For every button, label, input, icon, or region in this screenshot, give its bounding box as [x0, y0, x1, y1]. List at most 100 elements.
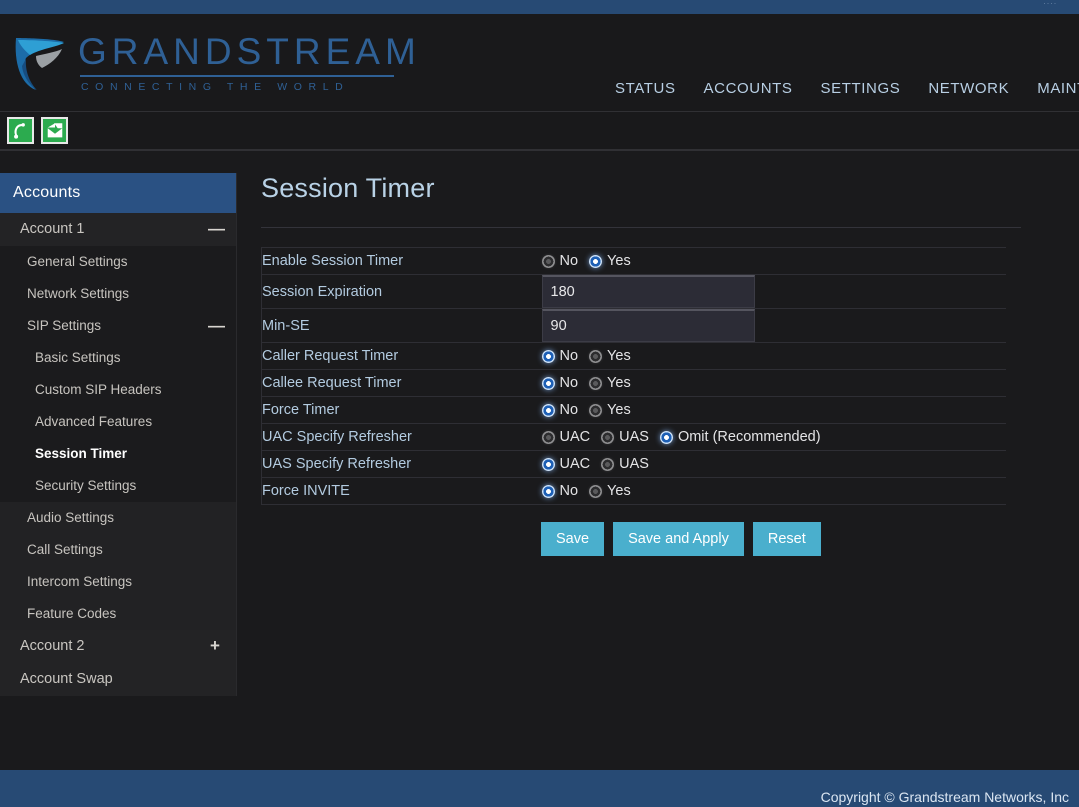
radio-option-yes[interactable]: Yes — [589, 348, 631, 364]
top-navigation: STATUS ACCOUNTS SETTINGS NETWORK MAINT — [615, 80, 1079, 97]
form-label: Caller Request Timer — [261, 342, 542, 370]
radio-label: UAS — [619, 456, 649, 472]
sidebar-item-feature-codes[interactable]: Feature Codes — [0, 598, 236, 630]
sidebar-item-custom-sip-headers[interactable]: Custom SIP Headers — [0, 374, 236, 406]
sidebar-item-account-swap[interactable]: Account Swap — [0, 663, 236, 696]
expand-plus-icon[interactable]: + — [208, 637, 222, 654]
form-control: UAC UAS — [541, 450, 1007, 478]
radio-group-force-invite: No Yes — [541, 478, 1007, 504]
sidebar-item-label: Network Settings — [27, 286, 130, 301]
nav-item-network[interactable]: NETWORK — [914, 80, 1023, 97]
radio-dot-icon[interactable] — [541, 430, 555, 444]
radio-label: No — [559, 483, 579, 499]
collapse-minus-icon[interactable]: — — [208, 220, 225, 237]
radio-dot-selected-icon[interactable] — [541, 376, 555, 390]
radio-group-force-timer: No Yes — [541, 397, 1007, 423]
radio-label: Yes — [607, 402, 631, 418]
radio-dot-icon[interactable] — [589, 376, 603, 390]
radio-option-yes[interactable]: Yes — [589, 375, 631, 391]
top-strip-ghost-text: ···· — [1043, 0, 1057, 8]
radio-dot-icon[interactable] — [589, 484, 603, 498]
radio-dot-selected-icon[interactable] — [541, 403, 555, 417]
brand-rule — [80, 74, 394, 77]
sidebar-item-label: Account 2 — [20, 638, 85, 654]
radio-dot-selected-icon[interactable] — [541, 349, 555, 363]
form-control: No Yes — [541, 396, 1007, 424]
session-expiration-input[interactable] — [541, 275, 755, 308]
radio-option-uas[interactable]: UAS — [601, 429, 649, 445]
min-se-input[interactable] — [541, 309, 755, 342]
sidebar-item-sip-settings[interactable]: SIP Settings — — [0, 310, 236, 342]
nav-item-accounts[interactable]: ACCOUNTS — [690, 80, 807, 97]
sidebar-header: Accounts — [0, 173, 236, 213]
page-title: Session Timer — [261, 173, 435, 203]
radio-dot-selected-icon[interactable] — [659, 430, 673, 444]
sidebar-item-label: General Settings — [27, 254, 128, 269]
brand-logo[interactable]: GRANDSTREAM CONNECTING THE WORLD — [12, 32, 421, 94]
radio-group-uas-specify-refresher: UAC UAS — [541, 451, 1007, 477]
radio-option-uas[interactable]: UAS — [601, 456, 649, 472]
grandstream-swoosh-logo-icon — [12, 32, 68, 94]
radio-option-no[interactable]: No — [541, 348, 578, 364]
form-control: UAC UAS Omit (Recommended) — [541, 423, 1006, 451]
sidebar-item-session-timer[interactable]: Session Timer — [0, 438, 236, 470]
collapse-minus-icon[interactable]: — — [208, 317, 225, 334]
nav-item-settings[interactable]: SETTINGS — [807, 80, 915, 97]
save-button[interactable]: Save — [541, 522, 605, 556]
sidebar-item-general-settings[interactable]: General Settings — [0, 246, 236, 278]
radio-label: Yes — [607, 375, 631, 391]
radio-option-yes[interactable]: Yes — [589, 402, 631, 418]
radio-dot-icon[interactable] — [541, 254, 555, 268]
radio-dot-icon[interactable] — [589, 403, 603, 417]
sidebar-item-label: Account 1 — [20, 221, 85, 237]
sidebar-item-basic-settings[interactable]: Basic Settings — [0, 342, 236, 374]
radio-option-omit[interactable]: Omit (Recommended) — [659, 429, 821, 445]
form-control: No Yes — [541, 477, 1007, 505]
radio-option-uac[interactable]: UAC — [541, 429, 590, 445]
form-control — [541, 308, 1006, 343]
sidebar-item-intercom-settings[interactable]: Intercom Settings — [0, 566, 236, 598]
radio-group-enable-session-timer: No Yes — [541, 248, 1007, 274]
sidebar-item-label: Basic Settings — [35, 350, 121, 365]
form-row-session-expiration: Session Expiration — [261, 274, 1006, 309]
sidebar-item-advanced-features[interactable]: Advanced Features — [0, 406, 236, 438]
sidebar-item-audio-settings[interactable]: Audio Settings — [0, 502, 236, 534]
reset-button[interactable]: Reset — [752, 522, 821, 556]
save-and-apply-button[interactable]: Save and Apply — [613, 522, 744, 556]
form-row-enable-session-timer: Enable Session Timer No Yes — [261, 247, 1007, 275]
form-row-force-invite: Force INVITE No Yes — [261, 477, 1007, 505]
radio-option-no[interactable]: No — [541, 483, 579, 499]
sidebar-item-label: Intercom Settings — [27, 574, 133, 589]
radio-dot-icon[interactable] — [601, 457, 615, 471]
radio-option-no[interactable]: No — [541, 402, 578, 418]
sidebar-item-call-settings[interactable]: Call Settings — [0, 534, 236, 566]
top-strip: ···· — [0, 0, 1079, 14]
radio-option-no[interactable]: No — [541, 253, 578, 269]
sidebar-item-label: Feature Codes — [27, 606, 117, 621]
radio-option-uac[interactable]: UAC — [541, 456, 590, 472]
phone-handset-icon[interactable] — [7, 117, 34, 144]
radio-option-yes[interactable]: Yes — [589, 483, 631, 499]
radio-dot-icon[interactable] — [601, 430, 615, 444]
voicemail-envelope-icon[interactable] — [41, 117, 68, 144]
sidebar-item-account-1[interactable]: Account 1 — — [0, 213, 236, 246]
nav-item-maintenance[interactable]: MAINT — [1023, 80, 1079, 97]
radio-option-no[interactable]: No — [541, 375, 579, 391]
sidebar-item-account-2[interactable]: Account 2 + — [0, 630, 236, 663]
nav-item-status[interactable]: STATUS — [615, 80, 690, 97]
radio-option-yes[interactable]: Yes — [589, 253, 631, 269]
sidebar-item-security-settings[interactable]: Security Settings — [0, 470, 236, 502]
form-row-caller-request-timer: Caller Request Timer No Yes — [261, 342, 1006, 370]
sidebar-item-label: Security Settings — [35, 478, 137, 493]
radio-label: No — [559, 375, 579, 391]
form-label: UAC Specify Refresher — [261, 423, 542, 451]
radio-dot-icon[interactable] — [589, 349, 603, 363]
main-content: Session Timer Enable Session Timer No Ye… — [237, 173, 1079, 747]
radio-dot-selected-icon[interactable] — [589, 254, 603, 268]
sidebar-item-label: Audio Settings — [27, 510, 115, 525]
radio-dot-selected-icon[interactable] — [541, 484, 555, 498]
form-row-min-se: Min-SE — [261, 308, 1006, 343]
sidebar-item-network-settings[interactable]: Network Settings — [0, 278, 236, 310]
radio-dot-selected-icon[interactable] — [541, 457, 555, 471]
form-actions: Save Save and Apply Reset — [261, 505, 1079, 556]
